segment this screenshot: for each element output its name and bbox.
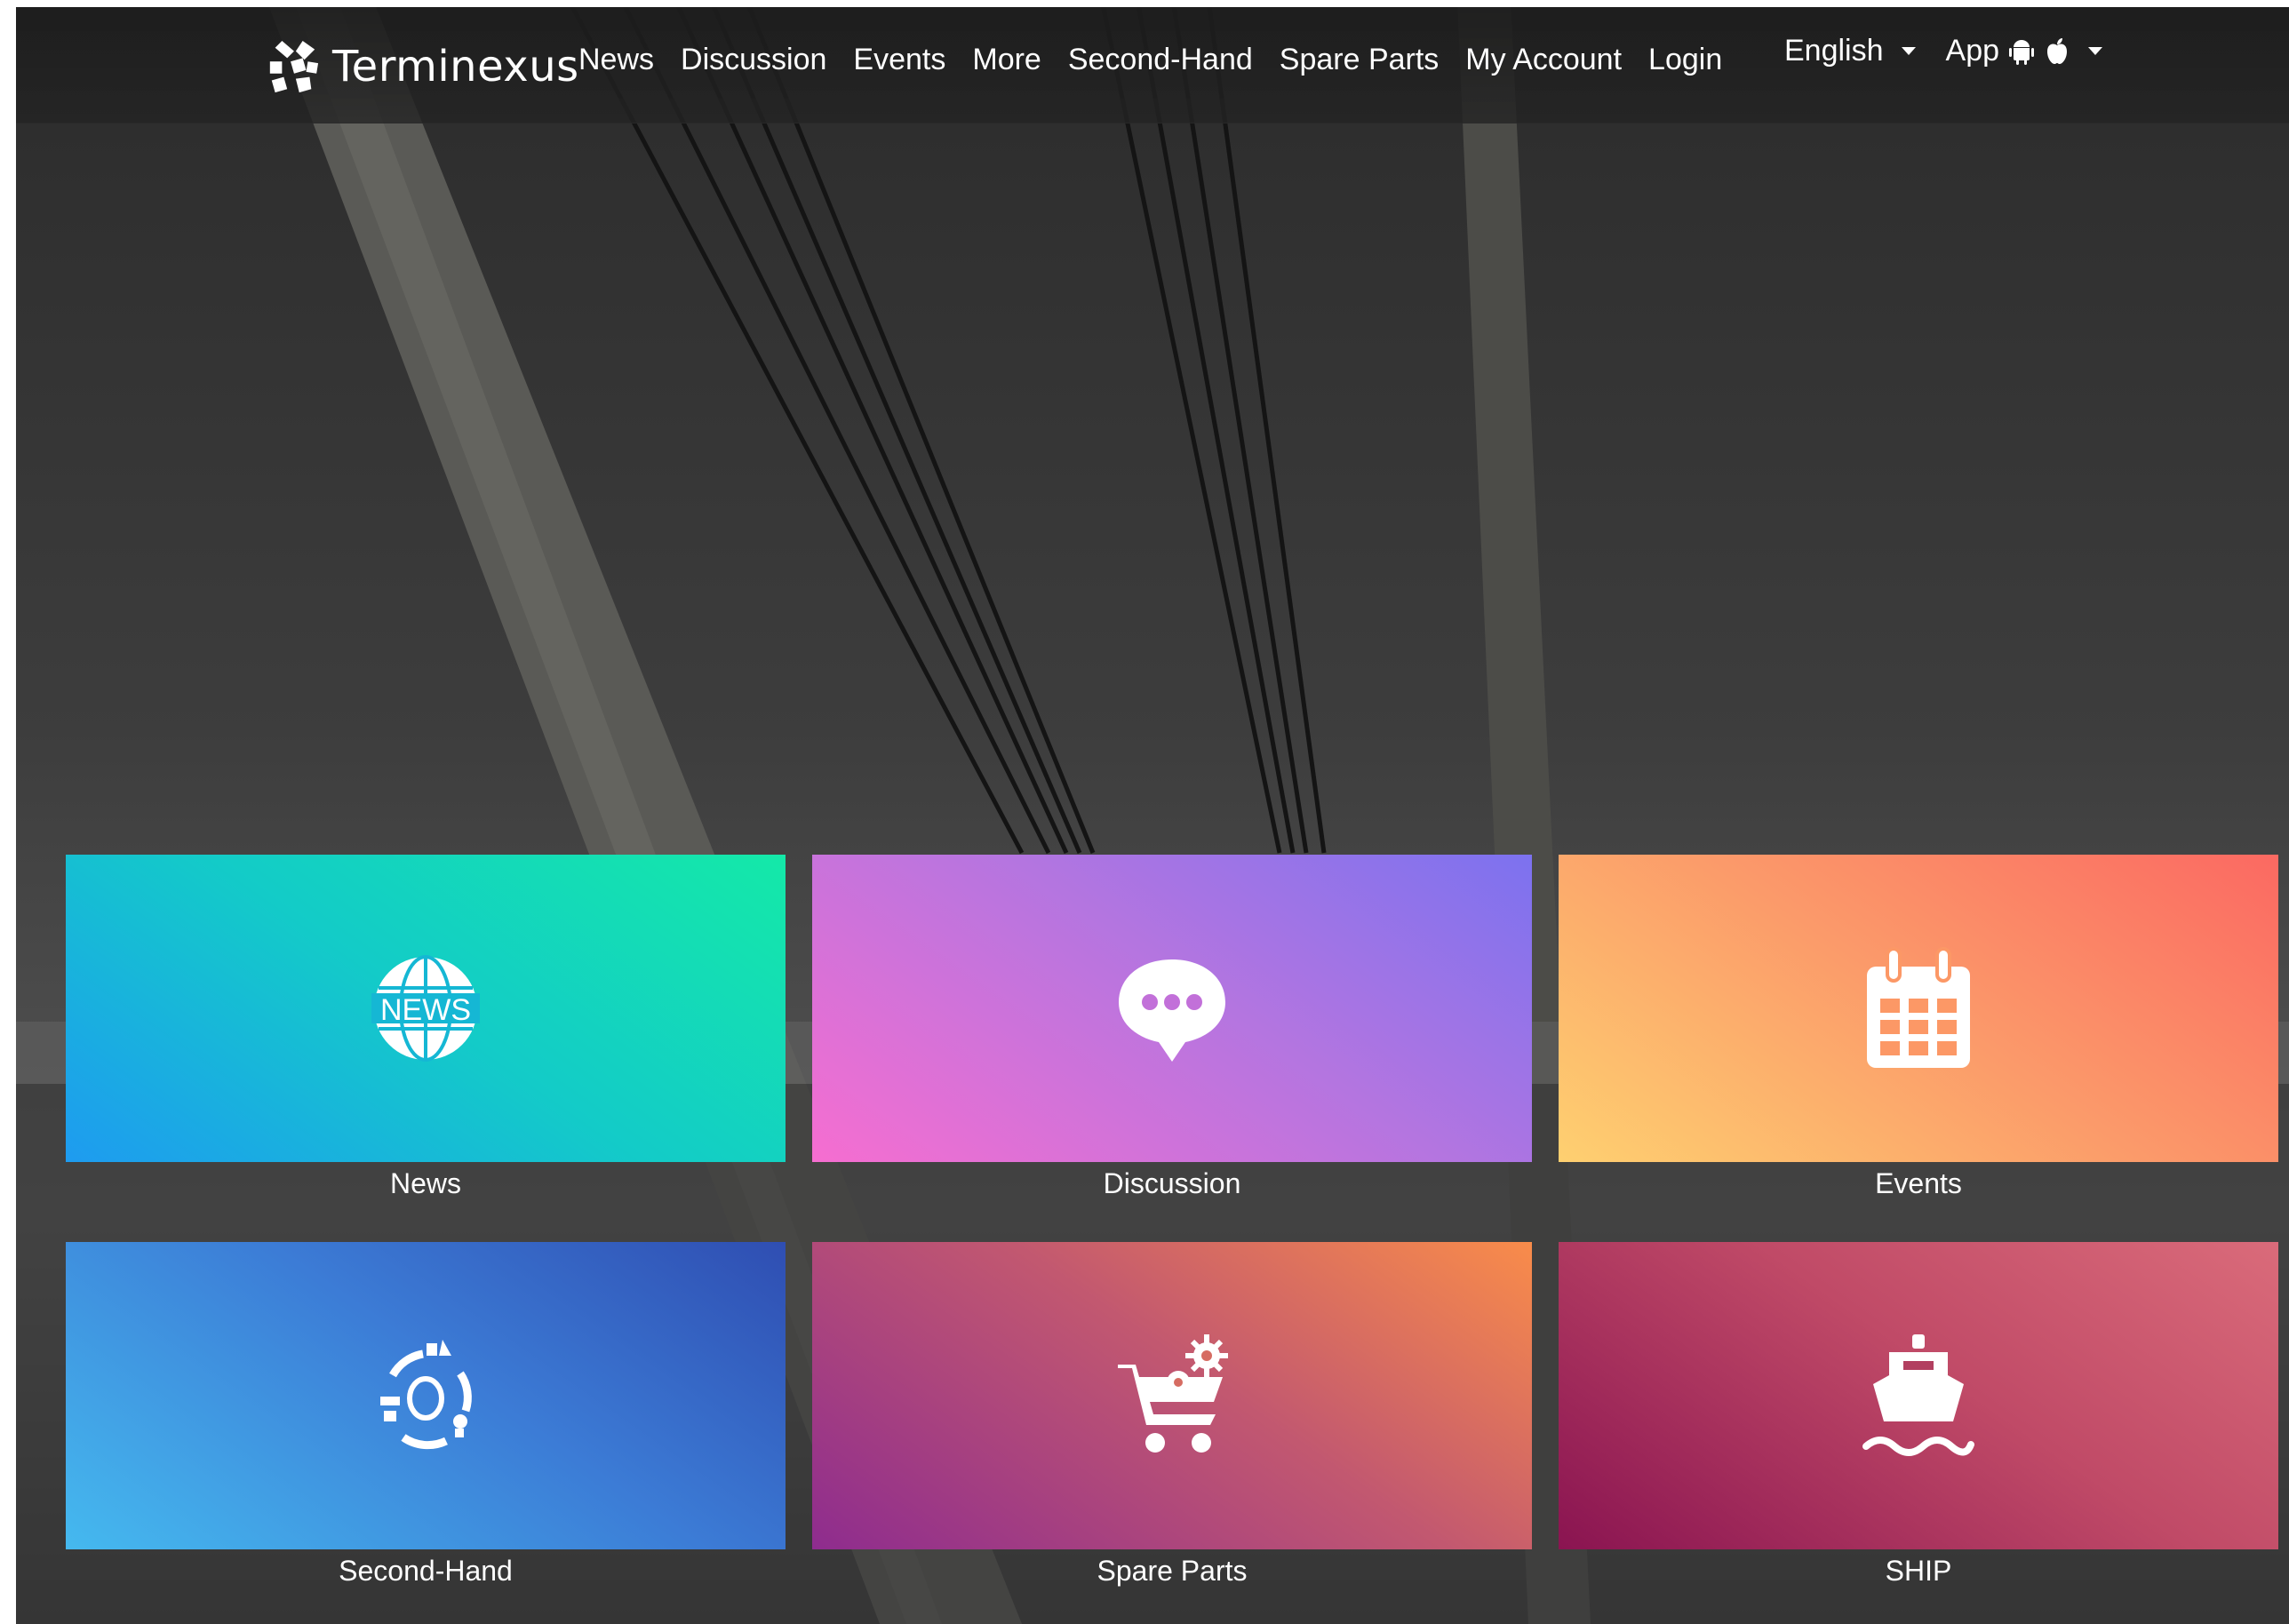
shopping-cart-gears-icon	[1118, 1334, 1228, 1453]
chevron-down-icon	[2088, 47, 2103, 55]
news-globe-icon: NEWS	[371, 955, 480, 1062]
main-nav: News Discussion Events More Second-Hand …	[565, 34, 1735, 86]
svg-text:NEWS: NEWS	[380, 993, 471, 1027]
brand-name: Terminexus	[332, 42, 579, 92]
recycle-cycle-icon	[380, 1340, 472, 1450]
nav-spare-parts[interactable]: Spare Parts	[1266, 34, 1453, 86]
android-icon	[2009, 39, 2035, 65]
tile-spare-parts[interactable]	[812, 1242, 1532, 1549]
tile-label-second-hand: Second-Hand	[339, 1555, 513, 1587]
tile-ship[interactable]	[1559, 1242, 2278, 1549]
nav-events[interactable]: Events	[840, 34, 959, 86]
tile-label-events: Events	[1875, 1167, 1962, 1199]
tile-label-news: News	[389, 1167, 461, 1199]
chat-bubble-icon	[1119, 959, 1225, 1062]
language-label: English	[1784, 34, 1884, 68]
terminexus-logo-icon	[269, 40, 319, 93]
app-label: App	[1945, 34, 2000, 68]
language-dropdown[interactable]: English	[1784, 34, 1916, 68]
nav-more[interactable]: More	[959, 34, 1054, 86]
calendar-icon	[1867, 947, 1970, 1068]
tile-discussion[interactable]	[812, 855, 1532, 1162]
top-navbar: Terminexus News Discussion Events More S…	[16, 7, 2289, 123]
tile-news[interactable]: NEWS	[66, 855, 786, 1162]
tile-label-ship: SHIP	[1885, 1555, 1952, 1587]
nav-right: English App	[1784, 34, 2103, 68]
nav-login[interactable]: Login	[1635, 34, 1735, 86]
nav-discussion[interactable]: Discussion	[667, 34, 840, 86]
ship-icon	[1862, 1334, 1974, 1456]
apple-icon	[2047, 37, 2068, 64]
nav-my-account[interactable]: My Account	[1452, 34, 1635, 86]
brand[interactable]: Terminexus	[265, 27, 579, 107]
chevron-down-icon	[1901, 47, 1916, 55]
tile-label-discussion: Discussion	[1103, 1167, 1241, 1199]
tile-label-spare-parts: Spare Parts	[1097, 1555, 1248, 1587]
app-dropdown[interactable]: App	[1946, 34, 2103, 68]
nav-second-hand[interactable]: Second-Hand	[1055, 34, 1266, 86]
tile-events[interactable]	[1559, 855, 2278, 1162]
nav-news[interactable]: News	[565, 34, 667, 86]
tile-second-hand[interactable]	[66, 1242, 786, 1549]
